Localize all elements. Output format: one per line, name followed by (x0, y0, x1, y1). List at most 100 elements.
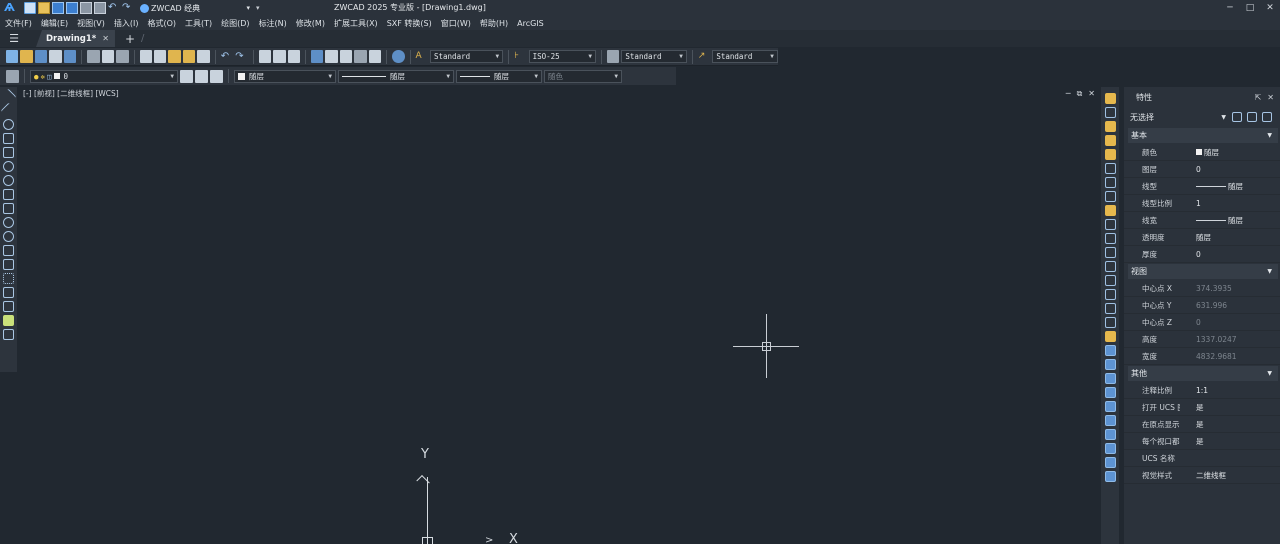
trim-icon[interactable] (1104, 219, 1116, 230)
property-value-cell[interactable]: 二维线框 (1180, 470, 1280, 481)
break-at-point-icon[interactable] (1104, 247, 1116, 258)
polygon-icon[interactable] (3, 133, 14, 144)
toggle-pickadd-icon[interactable] (1232, 112, 1242, 122)
layer-manager-icon[interactable] (6, 69, 19, 83)
zwcad-logo-icon[interactable]: Ѧ (4, 1, 20, 15)
layer-previous-icon[interactable] (195, 69, 208, 83)
lineweight-combo[interactable]: 随层 ▼ (456, 69, 542, 83)
property-value-cell[interactable]: 随层 (1180, 147, 1280, 158)
zoom-realtime-icon[interactable] (258, 50, 272, 63)
menu-modify[interactable]: 修改(M) (296, 18, 325, 29)
property-row[interactable]: 厚度 0 (1124, 246, 1280, 263)
wipeout-back-icon[interactable] (1104, 471, 1116, 482)
color-combo[interactable]: 随层 ▼ (234, 69, 336, 83)
menu-edit[interactable]: 编辑(E) (41, 18, 68, 29)
save-icon[interactable] (52, 2, 64, 14)
draw-order-front-icon[interactable] (1104, 359, 1116, 370)
save-as-icon[interactable] (66, 2, 78, 14)
property-row[interactable]: UCS 名称 (1124, 450, 1280, 467)
break-icon[interactable] (1104, 261, 1116, 272)
property-row[interactable]: 透明度 随层 (1124, 229, 1280, 246)
tab-close-icon[interactable]: ✕ (102, 34, 109, 43)
blend-curves-icon[interactable] (1104, 317, 1116, 328)
property-value-cell[interactable]: 0 (1180, 165, 1280, 174)
save-as-icon[interactable] (49, 50, 62, 63)
mirror-icon[interactable] (1104, 121, 1116, 132)
property-value-cell[interactable]: 0 (1180, 318, 1280, 327)
property-value-cell[interactable]: 是 (1180, 402, 1280, 413)
text-above-icon[interactable] (1104, 415, 1116, 426)
menu-format[interactable]: 格式(O) (147, 18, 176, 29)
send-under-icon[interactable] (1104, 401, 1116, 412)
dim-style-combo[interactable]: ISO-25 ▼ (528, 50, 596, 63)
properties-icon[interactable] (310, 50, 324, 63)
circle-icon[interactable] (3, 175, 14, 186)
property-row[interactable]: 在原点显示 ... 是 (1124, 416, 1280, 433)
array-icon[interactable] (1104, 149, 1116, 160)
minimize-button[interactable]: ─ (1220, 0, 1240, 16)
linetype-combo[interactable]: 随层 ▼ (338, 69, 454, 83)
hamburger-menu-icon[interactable]: ☰ (0, 32, 28, 45)
workspace-combo[interactable]: ZWCAD 经典 ▾ (140, 2, 250, 15)
polyline-icon[interactable] (3, 119, 14, 130)
property-value-cell[interactable]: 是 (1180, 419, 1280, 430)
rotate-icon[interactable] (1104, 177, 1116, 188)
property-value-cell[interactable]: 随层 (1180, 215, 1280, 226)
plot-preview-icon[interactable] (94, 2, 106, 14)
region-icon[interactable] (3, 301, 14, 312)
save-all-icon[interactable] (63, 50, 77, 63)
menu-arcgis[interactable]: ArcGIS (517, 19, 544, 28)
property-value-cell[interactable]: 0 (1180, 250, 1280, 259)
property-row[interactable]: 打开 UCS 图... 是 (1124, 399, 1280, 416)
property-row[interactable]: 图层 0 (1124, 161, 1280, 178)
customize-qa-icon[interactable]: ▾ (256, 4, 260, 12)
revision-cloud-icon[interactable] (3, 189, 14, 200)
publish-icon[interactable] (116, 50, 129, 63)
leaders-above-icon[interactable] (1104, 443, 1116, 454)
property-row[interactable]: 高度 1337.0247 (1124, 331, 1280, 348)
open-icon[interactable] (20, 50, 33, 63)
select-objects-icon[interactable] (1247, 112, 1257, 122)
zoom-window-icon[interactable] (273, 50, 286, 63)
cut-icon[interactable] (139, 50, 152, 63)
fillet-icon[interactable] (1104, 303, 1116, 314)
save-icon[interactable] (34, 50, 48, 63)
selection-combo[interactable]: 无选择 ▼ (1130, 110, 1226, 124)
property-value-cell[interactable]: 1337.0247 (1180, 335, 1280, 344)
property-value-cell[interactable]: 随层 (1180, 232, 1280, 243)
property-row[interactable]: 宽度 4832.9681 (1124, 348, 1280, 365)
property-row[interactable]: 线型 随层 (1124, 178, 1280, 195)
bring-above-icon[interactable] (1104, 387, 1116, 398)
property-row[interactable]: 中心点 Y 631.996 (1124, 297, 1280, 314)
menu-view[interactable]: 视图(V) (77, 18, 105, 29)
offset-icon[interactable] (1104, 135, 1116, 146)
paste-special-icon[interactable] (182, 50, 196, 63)
table-icon[interactable] (3, 315, 14, 326)
property-row[interactable]: 视觉样式 二维线框 (1124, 467, 1280, 484)
section-misc[interactable]: 其他 ▼ (1128, 366, 1278, 381)
viewport-restore-button[interactable]: ⧉ (1077, 89, 1083, 99)
copy-icon[interactable] (153, 50, 167, 63)
property-value-cell[interactable]: 1 (1180, 199, 1280, 208)
menu-draw[interactable]: 绘图(D) (221, 18, 249, 29)
maximize-button[interactable]: □ (1240, 0, 1260, 16)
chamfer-icon[interactable] (1104, 289, 1116, 300)
hatch-icon[interactable] (3, 287, 14, 298)
design-center-icon[interactable] (325, 50, 338, 63)
menu-extend-tools[interactable]: 扩展工具(X) (334, 18, 378, 29)
point-icon[interactable] (3, 273, 14, 284)
paste-icon[interactable] (168, 50, 181, 63)
match-properties-icon[interactable] (197, 50, 210, 63)
layer-states-icon[interactable] (210, 69, 223, 83)
undo-icon[interactable]: ↶ (221, 50, 233, 63)
quick-select-icon[interactable] (1262, 112, 1272, 122)
drawing-viewport[interactable]: [-] [前视] [二维线框] [WCS] ─ ⧉ ✕ Y > X (19, 87, 1099, 544)
make-block-icon[interactable] (3, 259, 14, 270)
property-value-cell[interactable]: 随层 (1180, 181, 1280, 192)
viewport-close-button[interactable]: ✕ (1088, 89, 1095, 99)
menu-file[interactable]: 文件(F) (5, 18, 32, 29)
new-tab-button[interactable]: + (125, 32, 135, 46)
eraser-icon[interactable] (1104, 93, 1116, 104)
menu-tools[interactable]: 工具(T) (185, 18, 212, 29)
copy-object-icon[interactable] (1104, 107, 1116, 118)
